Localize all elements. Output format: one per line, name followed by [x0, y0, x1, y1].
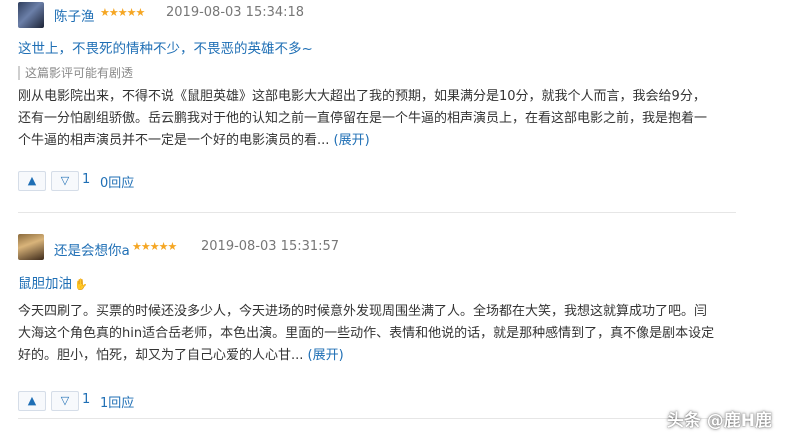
- arrow-down-icon: ▽: [60, 394, 70, 407]
- review-item: 陈子渔 ★★★★★ 2019-08-03 15:34:18 这世上，不畏死的情种…: [0, 0, 786, 213]
- arrow-up-icon: ▲: [27, 394, 37, 407]
- review-body: 刚从电影院出来，不得不说《鼠胆英雄》这部电影大大超出了我的预期，如果满分是10分…: [18, 86, 718, 152]
- spoiler-notice: 这篇影评可能有剧透: [18, 66, 133, 80]
- review-timestamp: 2019-08-03 15:31:57: [201, 239, 340, 254]
- review-title-text: 鼠胆加油: [18, 276, 72, 292]
- review-body: 今天四刷了。买票的时候还没多少人，今天进场的时候意外发现周围坐满了人。全场都在大…: [18, 301, 718, 367]
- review-title[interactable]: 鼠胆加油 ✋: [18, 272, 88, 292]
- downvote-count: 1: [82, 172, 91, 187]
- downvote-button[interactable]: ▽: [51, 171, 79, 191]
- upvote-button[interactable]: ▲: [18, 391, 46, 411]
- watermark: 头条 @鹿H鹿: [666, 411, 772, 431]
- expand-link[interactable]: (展开): [334, 133, 370, 148]
- expand-link[interactable]: (展开): [308, 348, 344, 363]
- downvote-button[interactable]: ▽: [51, 391, 79, 411]
- review-body-text: 今天四刷了。买票的时候还没多少人，今天进场的时候意外发现周围坐满了人。全场都在大…: [18, 304, 715, 363]
- reply-link[interactable]: 0回应: [100, 172, 134, 191]
- downvote-count: 1: [82, 392, 91, 407]
- upvote-button[interactable]: ▲: [18, 171, 46, 191]
- avatar[interactable]: [18, 2, 44, 28]
- rating-stars: ★★★★★: [100, 6, 145, 19]
- reply-link[interactable]: 1回应: [100, 392, 134, 411]
- review-timestamp: 2019-08-03 15:34:18: [166, 5, 305, 20]
- rating-stars: ★★★★★: [132, 240, 177, 253]
- username-link[interactable]: 陈子渔: [54, 5, 95, 25]
- arrow-down-icon: ▽: [60, 174, 70, 187]
- hand-icon: ✋: [74, 278, 88, 291]
- review-title[interactable]: 这世上，不畏死的情种不少，不畏恶的英雄不多~: [18, 37, 313, 57]
- avatar[interactable]: [18, 234, 44, 260]
- divider: [18, 418, 736, 419]
- divider: [18, 212, 736, 213]
- arrow-up-icon: ▲: [27, 174, 37, 187]
- username-link[interactable]: 还是会想你a: [54, 239, 130, 259]
